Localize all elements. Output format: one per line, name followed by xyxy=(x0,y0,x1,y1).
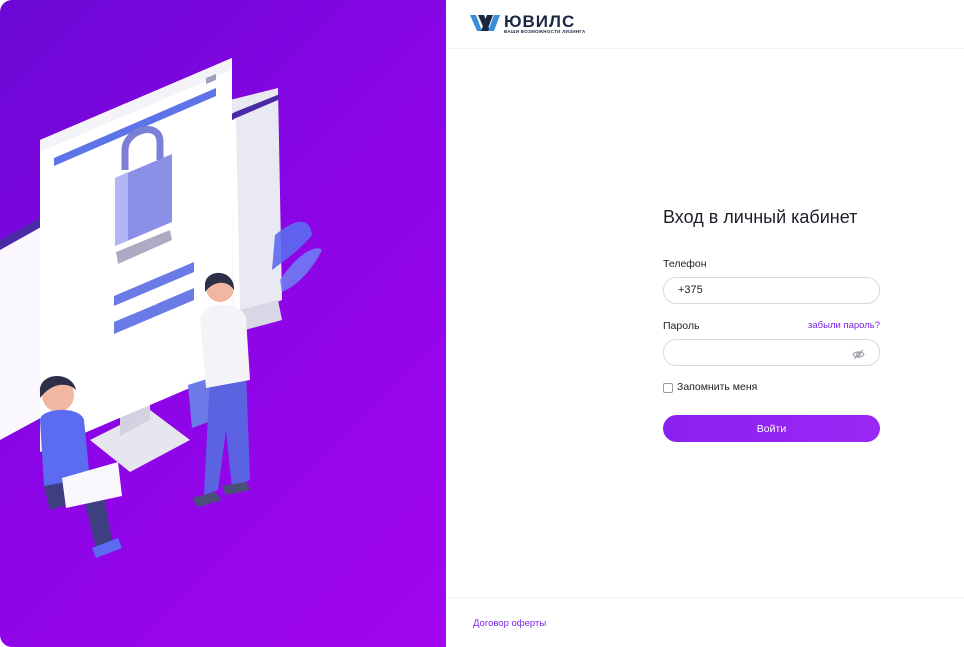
offer-agreement-link[interactable]: Договор оферты xyxy=(473,618,546,629)
login-form: Вход в личный кабинет Телефон +375 Парол… xyxy=(663,206,880,442)
login-page: ***** ЮВИЛС ВАШИ ВОЗМОЖНОСТИ ЛИЗИНГА Вхо… xyxy=(0,0,964,647)
logo-mark-icon xyxy=(470,15,500,31)
brand-tagline: ВАШИ ВОЗМОЖНОСТИ ЛИЗИНГА xyxy=(504,29,586,34)
phone-label: Телефон xyxy=(663,258,707,270)
security-illustration: ***** xyxy=(0,58,322,558)
password-input[interactable] xyxy=(663,339,880,366)
login-panel: ЮВИЛС ВАШИ ВОЗМОЖНОСТИ ЛИЗИНГА Вход в ли… xyxy=(446,0,964,647)
footer: Договор оферты xyxy=(446,597,964,647)
login-button[interactable]: Войти xyxy=(663,415,880,442)
page-title: Вход в личный кабинет xyxy=(663,207,858,227)
remember-me-label: Запомнить меня xyxy=(677,381,758,393)
forgot-password-link[interactable]: забыли пароль? xyxy=(808,320,880,331)
phone-input-value: +375 xyxy=(678,284,703,296)
remember-me-checkbox[interactable] xyxy=(663,383,673,393)
password-label: Пароль xyxy=(663,320,700,332)
phone-input[interactable]: +375 xyxy=(663,277,880,304)
illustration-panel: ***** xyxy=(0,0,446,647)
header: ЮВИЛС ВАШИ ВОЗМОЖНОСТИ ЛИЗИНГА xyxy=(446,0,964,49)
eye-off-icon[interactable] xyxy=(852,347,865,365)
